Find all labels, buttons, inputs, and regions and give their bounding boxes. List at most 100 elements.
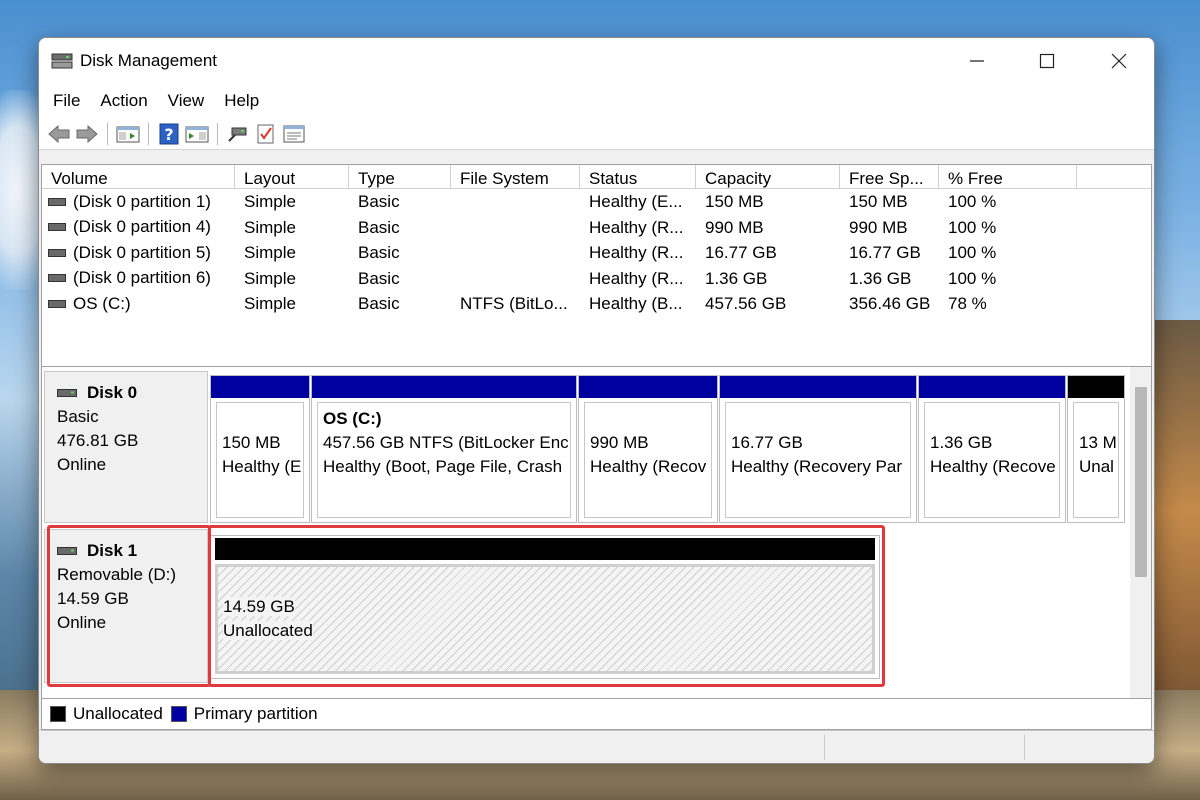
cell-text: 150 MB <box>705 192 764 211</box>
cell-volume: (Disk 0 partition 4) <box>42 215 235 241</box>
column-header-status[interactable]: Status <box>580 165 696 189</box>
column-header-capacity[interactable]: Capacity <box>696 165 840 189</box>
partition-status: Unallocated <box>223 621 313 640</box>
maximize-button[interactable] <box>1012 38 1082 84</box>
cell-text: 1.36 GB <box>705 268 768 288</box>
cell-text: Healthy (R... <box>589 217 684 237</box>
cell-text: Basic <box>358 217 400 237</box>
disk-0-partition-1[interactable]: 150 MB Healthy (E <box>210 375 310 523</box>
connect-virtual-disk-button[interactable] <box>224 121 252 147</box>
cell-text: NTFS (BitLo... <box>460 294 568 313</box>
disk-1-size: 14.59 GB <box>57 589 129 608</box>
cell-type: Basic <box>349 240 451 266</box>
cell-capacity: 990 MB <box>696 215 840 241</box>
volume-list: Volume Layout Type File System Status Ca… <box>41 164 1152 394</box>
table-row[interactable]: (Disk 0 partition 1) Simple Basic Healthy (… <box>42 189 1151 215</box>
cell-text: 16.77 GB <box>849 243 921 262</box>
cell-text: Basic <box>358 243 400 262</box>
show-hide-console-tree-button[interactable] <box>114 121 142 147</box>
disk-0-title: Disk 0 <box>57 381 207 405</box>
menu-view[interactable]: View <box>158 84 215 118</box>
back-button[interactable] <box>45 121 73 147</box>
cell-capacity: 457.56 GB <box>696 291 840 317</box>
partition-color-bar <box>215 538 875 560</box>
toolbar-separator <box>148 122 149 145</box>
cell-percent-free: 100 % <box>939 189 1077 215</box>
volume-icon <box>48 197 66 206</box>
show-hide-action-pane-button[interactable] <box>183 121 211 147</box>
menu-file[interactable]: File <box>43 84 90 118</box>
cell-file-system <box>451 189 580 215</box>
minimize-icon <box>970 60 984 62</box>
disk-0-partition-6[interactable]: 1.36 GB Healthy (Recove <box>918 375 1066 523</box>
column-header-file-system[interactable]: File System <box>451 165 580 189</box>
checklist-icon <box>257 124 274 143</box>
cell-text: Simple <box>244 294 296 313</box>
title-bar[interactable]: Disk Management <box>39 38 1154 84</box>
volume-icon <box>48 274 66 283</box>
table-row[interactable]: (Disk 0 partition 5) Simple Basic Healthy (… <box>42 240 1151 266</box>
disk-0-unallocated[interactable]: 13 M Unal <box>1067 375 1125 523</box>
cell-text: Simple <box>244 268 296 288</box>
cell-text: Basic <box>358 268 400 288</box>
disk-1-type: Removable (D:) <box>57 565 177 584</box>
disk-1-label[interactable]: Disk 1 Removable (D:) 14.59 GB Online <box>44 529 208 683</box>
cell-text: 100 % <box>948 268 997 288</box>
column-header-free-space[interactable]: Free Sp... <box>840 165 939 189</box>
disk-0-state: Online <box>57 455 107 474</box>
partition-size: 16.77 GB <box>731 433 803 452</box>
cell-text: Healthy (R... <box>589 243 684 262</box>
partition-size: 457.56 GB NTFS (BitLocker Enc <box>323 433 569 452</box>
check-properties-button[interactable] <box>252 121 280 147</box>
toolbar: ? <box>39 118 1154 150</box>
scrollbar-thumb[interactable] <box>1135 387 1147 577</box>
disk-0-partition-4[interactable]: 990 MB Healthy (Recov <box>578 375 718 523</box>
legend-bar: Unallocated Primary partition <box>41 699 1152 730</box>
close-icon <box>1111 53 1127 69</box>
forward-button[interactable] <box>73 121 101 147</box>
cell-text: 78 % <box>948 294 987 313</box>
disk-0-partition-5[interactable]: 16.77 GB Healthy (Recovery Par <box>719 375 917 523</box>
cell-text: Simple <box>244 192 296 211</box>
disk-0-label[interactable]: Disk 0 Basic 476.81 GB Online <box>44 371 208 523</box>
cell-status: Healthy (R... <box>580 266 696 292</box>
help-button[interactable]: ? <box>155 121 183 147</box>
cell-file-system <box>451 215 580 241</box>
legend-unallocated: Unallocated <box>50 704 163 724</box>
cell-capacity: 16.77 GB <box>696 240 840 266</box>
partition-size: 150 MB <box>222 433 281 452</box>
partition-color-bar <box>919 376 1065 398</box>
disk-management-window: Disk Management File Action View Help ? <box>38 37 1155 764</box>
cell-text: 100 % <box>948 243 997 262</box>
cell-status: Healthy (B... <box>580 291 696 317</box>
partition-status: Healthy (Recove <box>930 457 1056 476</box>
cell-layout: Simple <box>235 240 349 266</box>
table-row[interactable]: (Disk 0 partition 6) Simple Basic Healthy (… <box>42 266 1151 292</box>
partition-status: Healthy (Recov <box>590 457 707 476</box>
console-tree-icon <box>116 126 140 142</box>
properties-list-button[interactable] <box>280 121 308 147</box>
column-header-percent-free[interactable]: % Free <box>939 165 1077 189</box>
disk-0-partition-os-c[interactable]: OS (C:) 457.56 GB NTFS (BitLocker Enc He… <box>311 375 577 523</box>
column-header-layout[interactable]: Layout <box>235 165 349 189</box>
volume-icon <box>48 299 66 308</box>
cell-type: Basic <box>349 266 451 292</box>
table-row[interactable]: (Disk 0 partition 4) Simple Basic Healthy (… <box>42 215 1151 241</box>
column-header-type[interactable]: Type <box>349 165 451 189</box>
disk-1-unallocated[interactable]: 14.59 GB Unallocated <box>210 535 880 679</box>
legend-swatch-unallocated <box>50 706 66 722</box>
menu-action[interactable]: Action <box>90 84 157 118</box>
maximize-icon <box>1039 53 1055 69</box>
graphical-view-scrollbar[interactable] <box>1130 367 1151 698</box>
close-button[interactable] <box>1084 38 1154 84</box>
partition-details: 13 M Unal <box>1073 402 1119 518</box>
minimize-button[interactable] <box>942 38 1012 84</box>
partition-size: 1.36 GB <box>930 433 993 452</box>
cell-layout: Simple <box>235 215 349 241</box>
menu-help[interactable]: Help <box>214 84 269 118</box>
cell-status: Healthy (R... <box>580 215 696 241</box>
column-header-volume[interactable]: Volume <box>42 165 235 189</box>
cell-volume: (Disk 0 partition 6) <box>42 266 235 292</box>
forward-arrow-icon <box>76 124 98 143</box>
table-row[interactable]: OS (C:) Simple Basic NTFS (BitLo... Healthy … <box>42 291 1151 317</box>
